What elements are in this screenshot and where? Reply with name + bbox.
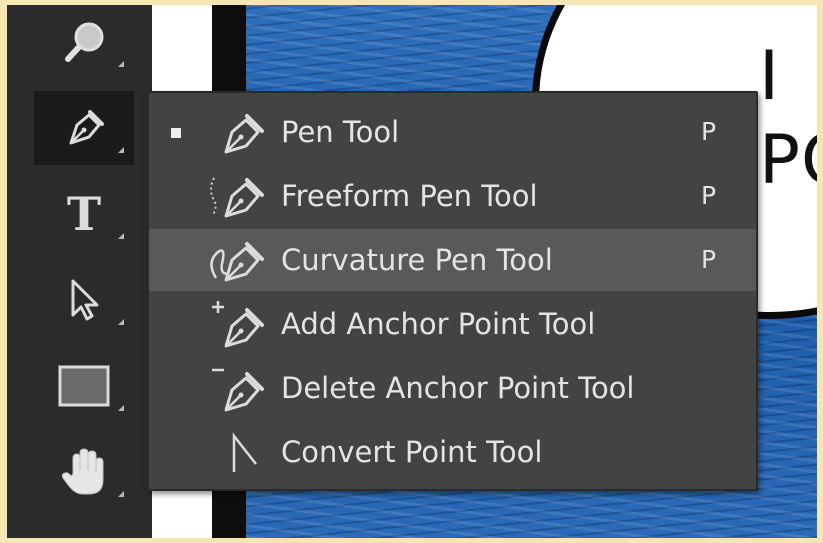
freeform-pen-icon — [206, 170, 278, 222]
menu-item-label: Freeform Pen Tool — [281, 179, 538, 213]
pen-tool-icon — [206, 106, 278, 158]
menu-item-label: Delete Anchor Point Tool — [281, 371, 635, 405]
curvature-pen-icon — [206, 234, 278, 286]
pen-icon — [59, 103, 109, 153]
menu-item-shortcut: P — [701, 181, 717, 210]
selected-tool-indicator — [171, 128, 181, 138]
menu-item-delete-anchor-point-tool[interactable]: Delete Anchor Point Tool — [149, 357, 756, 419]
delete-anchor-point-icon — [206, 362, 278, 414]
menu-item-shortcut: P — [701, 245, 717, 274]
bubble-line-2: PO — [759, 121, 817, 200]
hand-tool-button[interactable] — [34, 435, 134, 509]
rectangle-icon — [56, 361, 112, 411]
screenshot-frame: I PO T — [7, 5, 817, 538]
menu-item-convert-point-tool[interactable]: Convert Point Tool — [149, 421, 756, 483]
menu-item-label: Add Anchor Point Tool — [281, 307, 596, 341]
type-icon: T — [66, 187, 102, 241]
menu-item-add-anchor-point-tool[interactable]: Add Anchor Point Tool — [149, 293, 756, 355]
type-tool-button[interactable]: T — [34, 177, 134, 251]
menu-item-shortcut: P — [701, 117, 717, 146]
menu-item-freeform-pen-tool[interactable]: Freeform Pen Tool P — [149, 165, 756, 227]
pen-tools-flyout-menu: Pen Tool P Freeform Pen Tool P Curvature… — [147, 91, 758, 491]
speech-bubble-text: I PO — [759, 35, 817, 203]
pen-tool-button[interactable] — [34, 91, 134, 165]
rectangle-tool-button[interactable] — [34, 349, 134, 423]
path-selection-icon — [59, 275, 109, 325]
menu-item-label: Pen Tool — [281, 115, 400, 149]
zoom-icon — [59, 17, 109, 67]
menu-item-pen-tool[interactable]: Pen Tool P — [149, 101, 756, 163]
tools-panel: T — [7, 5, 152, 538]
add-anchor-point-icon — [206, 298, 278, 350]
hand-icon — [59, 446, 109, 498]
bubble-line-1: I — [759, 37, 781, 116]
menu-item-label: Curvature Pen Tool — [281, 243, 553, 277]
menu-item-curvature-pen-tool[interactable]: Curvature Pen Tool P — [149, 229, 756, 291]
path-selection-tool-button[interactable] — [34, 263, 134, 337]
menu-item-label: Convert Point Tool — [281, 435, 543, 469]
convert-point-icon — [206, 426, 278, 478]
zoom-tool-button[interactable] — [34, 5, 134, 79]
